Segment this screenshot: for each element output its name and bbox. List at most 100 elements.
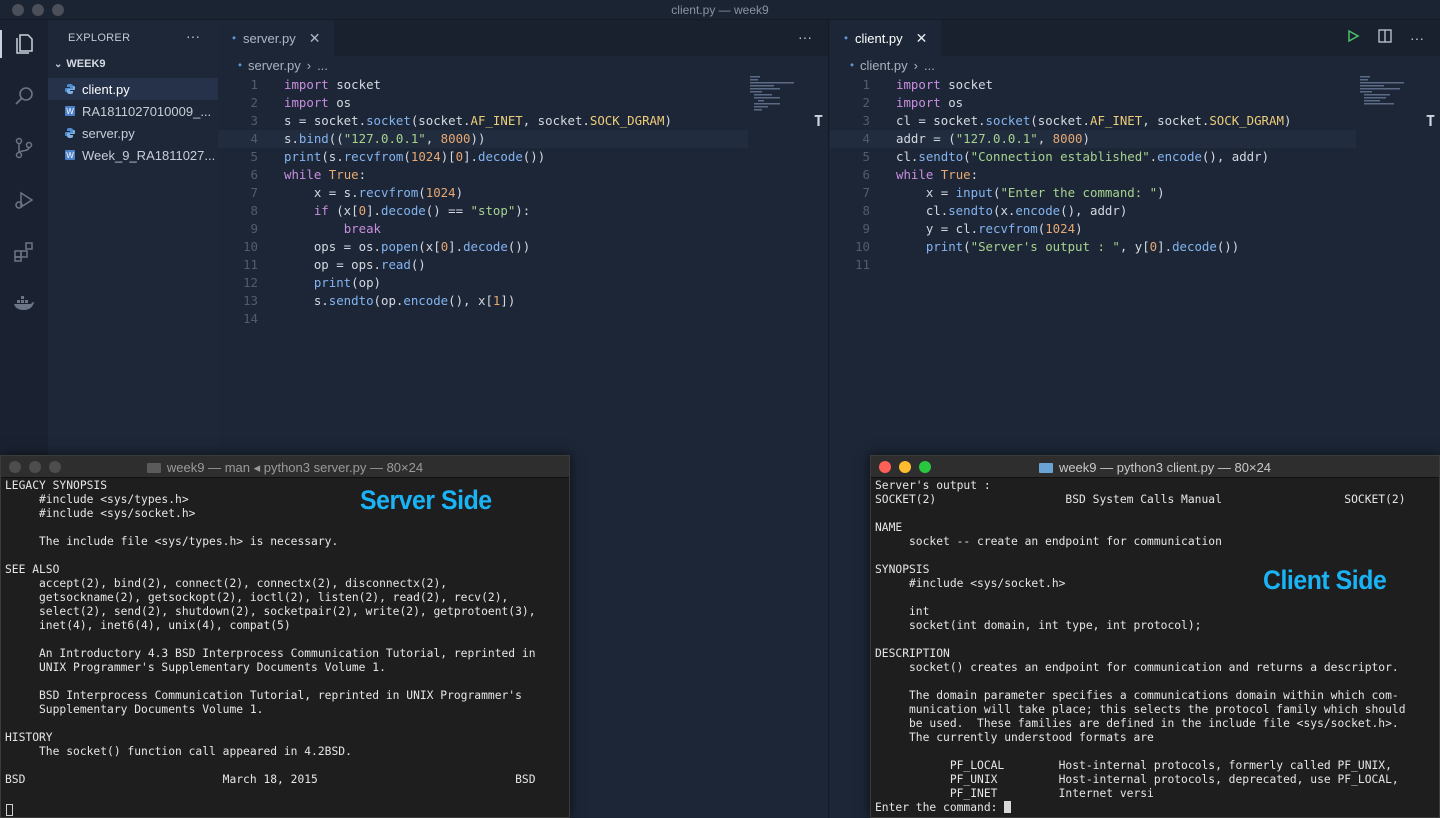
code-line: cl = socket.socket(socket.AF_INET, socke… bbox=[896, 113, 1292, 128]
terminal-line: Server's output : bbox=[875, 479, 991, 492]
terminal-line: select(2), send(2), shutdown(2), socketp… bbox=[5, 605, 536, 618]
line-number: 7 bbox=[250, 185, 258, 200]
split-editor-icon[interactable] bbox=[1378, 29, 1392, 46]
terminal-line: An Introductory 4.3 BSD Interprocess Com… bbox=[5, 647, 536, 660]
minimap[interactable] bbox=[1360, 76, 1420, 116]
explorer-more-button[interactable]: ··· bbox=[186, 28, 200, 44]
code-editor[interactable]: 1 import socket 2 import os 3 cl = socket.s… bbox=[830, 76, 1356, 274]
terminal-line: SOCKET(2) BSD System Calls Manual SOCKET… bbox=[875, 493, 1406, 506]
file-list: client.py W RA1811027010009_... server.p… bbox=[48, 78, 218, 166]
editor-actions: ··· bbox=[1346, 29, 1424, 46]
line-number: 4 bbox=[862, 131, 870, 146]
terminal-cursor bbox=[1004, 801, 1012, 813]
terminal-prompt[interactable]: Enter the command: bbox=[875, 801, 1012, 815]
file-item-doc-1[interactable]: W RA1811027010009_... bbox=[48, 100, 218, 122]
code-line: y = cl.recvfrom(1024) bbox=[896, 221, 1083, 236]
python-file-icon bbox=[64, 127, 76, 139]
code-editor[interactable]: 1 import socket 2 import os 3 s = socket.so… bbox=[218, 76, 748, 328]
line-number: 13 bbox=[243, 293, 258, 308]
folder-week9[interactable]: ⌄ WEEK9 bbox=[54, 58, 106, 70]
terminal-line: socket(int domain, int type, int protoco… bbox=[875, 619, 1202, 632]
tab-client-py[interactable]: ⬩ client.py ✕ bbox=[830, 20, 942, 56]
minimap[interactable] bbox=[750, 76, 810, 116]
terminal-line: PF_UNIX Host-internal protocols, depreca… bbox=[875, 773, 1399, 786]
source-control-icon[interactable] bbox=[10, 134, 38, 162]
search-icon[interactable] bbox=[10, 82, 38, 110]
folder-name: WEEK9 bbox=[66, 58, 106, 70]
file-item-client-py[interactable]: client.py bbox=[48, 78, 218, 100]
terminal-line: NAME bbox=[875, 521, 903, 534]
breadcrumb-symbol[interactable]: ... bbox=[317, 58, 328, 73]
code-line: addr = ("127.0.0.1", 8000) bbox=[896, 131, 1090, 146]
tab-label: client.py bbox=[854, 30, 903, 46]
tab-server-py[interactable]: ⬩ server.py ✕ bbox=[218, 20, 335, 56]
desktop: client.py — week9 EXPLORER ··· ⌄ WEEK9 c… bbox=[0, 0, 1440, 818]
terminal-output: LEGACY SYNOPSIS #include <sys/types.h> #… bbox=[5, 479, 536, 801]
line-number: 5 bbox=[250, 149, 258, 164]
line-number: 1 bbox=[862, 77, 870, 92]
breadcrumb-symbol[interactable]: ... bbox=[924, 58, 935, 73]
code-line: cl.sendto(x.encode(), addr) bbox=[896, 203, 1128, 218]
svg-text:W: W bbox=[66, 151, 74, 160]
run-file-icon[interactable] bbox=[1346, 29, 1360, 46]
folder-icon bbox=[1038, 462, 1053, 473]
terminal-title-text: week9 — man ◂ python3 server.py — 80×24 bbox=[166, 460, 424, 475]
code-line: while True: bbox=[896, 167, 979, 182]
file-item-server-py[interactable]: server.py bbox=[48, 122, 218, 144]
chevron-right-icon: › bbox=[306, 58, 312, 73]
line-number: 10 bbox=[855, 239, 870, 254]
more-actions-button[interactable]: ··· bbox=[798, 29, 812, 45]
more-actions-button[interactable]: ··· bbox=[1410, 30, 1424, 46]
explorer-icon[interactable] bbox=[0, 30, 48, 58]
extensions-icon[interactable] bbox=[10, 238, 38, 266]
line-number: 9 bbox=[250, 221, 258, 236]
window-titlebar: client.py — week9 bbox=[0, 0, 1440, 20]
terminal-line: DESCRIPTION bbox=[875, 647, 950, 660]
terminal-title: week9 — man ◂ python3 server.py — 80×24 bbox=[1, 460, 569, 476]
line-number: 14 bbox=[243, 311, 258, 326]
run-debug-icon[interactable] bbox=[10, 186, 38, 214]
word-document-icon: W bbox=[64, 149, 76, 161]
code-line: ops = os.popen(x[0].decode()) bbox=[284, 239, 531, 254]
terminal-line: be used. These families are defined in t… bbox=[875, 717, 1399, 730]
svg-text:W: W bbox=[66, 107, 74, 116]
line-number: 2 bbox=[862, 95, 870, 110]
python-file-icon: ⬩ bbox=[850, 59, 854, 71]
line-number: 6 bbox=[862, 167, 870, 182]
terminal-window-server[interactable]: week9 — man ◂ python3 server.py — 80×24 … bbox=[0, 455, 570, 818]
code-line: print(s.recvfrom(1024)[0].decode()) bbox=[284, 149, 546, 164]
breadcrumb-file[interactable]: client.py bbox=[860, 58, 908, 73]
chevron-right-icon: › bbox=[913, 58, 919, 73]
close-icon[interactable]: ✕ bbox=[916, 30, 928, 47]
code-line: import socket bbox=[896, 77, 993, 92]
code-line: import os bbox=[896, 95, 964, 110]
editor-actions: ··· bbox=[798, 29, 812, 45]
line-number: 7 bbox=[862, 185, 870, 200]
breadcrumb-file[interactable]: server.py bbox=[248, 58, 301, 73]
terminal-line: Supplementary Documents Volume 1. bbox=[5, 703, 264, 716]
terminal-line: BSD Interprocess Communication Tutorial,… bbox=[5, 689, 522, 702]
tab-label: server.py bbox=[242, 30, 296, 46]
docker-icon[interactable] bbox=[10, 290, 38, 318]
file-item-doc-2[interactable]: W Week_9_RA1811027... bbox=[48, 144, 218, 166]
tab-bar: ⬩ client.py ✕ ··· bbox=[830, 20, 1440, 56]
code-line: break bbox=[343, 221, 381, 236]
breadcrumb: ⬩ client.py › ... bbox=[850, 58, 935, 73]
code-line: import os bbox=[284, 95, 352, 110]
terminal-titlebar: week9 — python3 client.py — 80×24 bbox=[871, 456, 1439, 478]
terminal-window-client[interactable]: week9 — python3 client.py — 80×24 Server… bbox=[870, 455, 1440, 818]
python-file-icon: ⬩ bbox=[844, 31, 848, 44]
code-line: s = socket.socket(socket.AF_INET, socket… bbox=[284, 113, 672, 128]
code-line: print("Server's output : ", y[0].decode(… bbox=[925, 239, 1240, 254]
close-icon[interactable]: ✕ bbox=[309, 30, 321, 47]
folder-icon bbox=[146, 463, 161, 473]
terminal-line: socket -- create an endpoint for communi… bbox=[875, 535, 1222, 548]
